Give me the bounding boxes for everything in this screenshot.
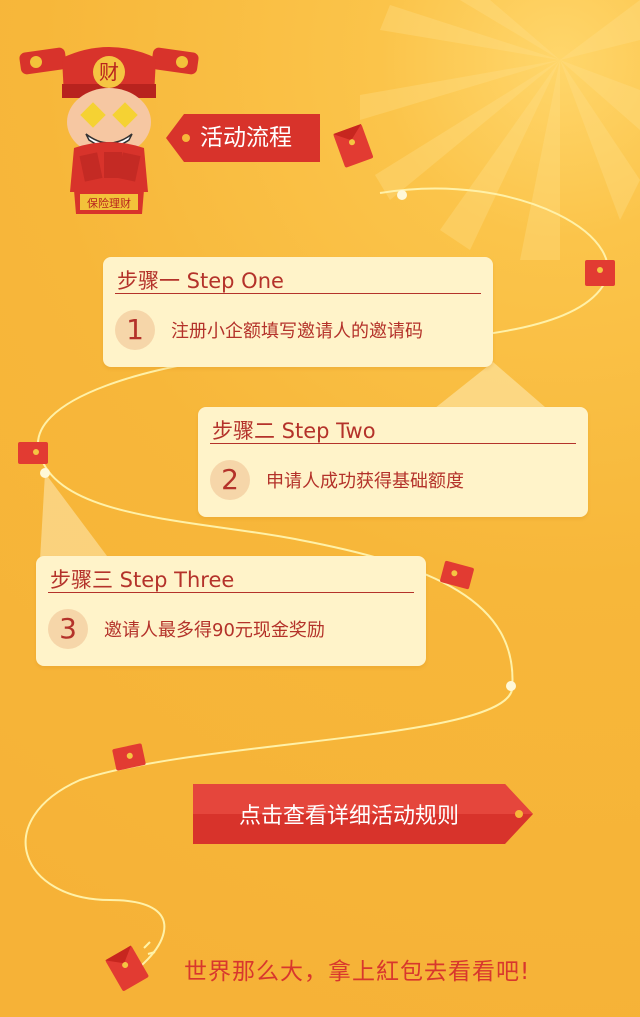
step-title: 步骤三 Step Three [50, 568, 235, 592]
step-card-2: 步骤二 Step Two 2 申请人成功获得基础额度 [198, 407, 588, 517]
step-title: 步骤一 Step One [117, 269, 284, 293]
red-envelope-icon [18, 442, 48, 464]
red-envelope-icon [440, 560, 474, 590]
footer-slogan: 世界那么大，拿上紅包去看看吧! [184, 959, 531, 985]
step-number-badge: 3 [48, 609, 88, 649]
view-rules-button-label[interactable]: 点击查看详细活动规则 [193, 798, 505, 830]
divider [48, 592, 414, 593]
step-title: 步骤二 Step Two [212, 419, 376, 443]
divider [210, 443, 576, 444]
section-title: 活动流程 [200, 125, 292, 151]
svg-text:财: 财 [99, 60, 119, 84]
svg-text:保险理财: 保险理财 [87, 196, 131, 210]
red-envelope-icon [585, 260, 615, 286]
step-number-badge: 1 [115, 310, 155, 350]
red-envelope-icon [333, 123, 374, 168]
step-card-3: 步骤三 Step Three 3 邀请人最多得90元现金奖励 [36, 556, 426, 666]
step-description: 申请人成功获得基础额度 [266, 471, 464, 492]
step-description: 注册小企额填写邀请人的邀请码 [171, 321, 423, 342]
step-description: 邀请人最多得90元现金奖励 [104, 620, 325, 641]
step-card-1: 步骤一 Step One 1 注册小企额填写邀请人的邀请码 [103, 257, 493, 367]
step-number-badge: 2 [210, 460, 250, 500]
red-envelope-icon [105, 941, 156, 991]
divider [115, 293, 481, 294]
page: 财 保险理财 活动流程 步骤一 Step One 1 注册小企额填写邀请人的邀请… [0, 0, 640, 1017]
red-envelope-icon [112, 743, 146, 771]
